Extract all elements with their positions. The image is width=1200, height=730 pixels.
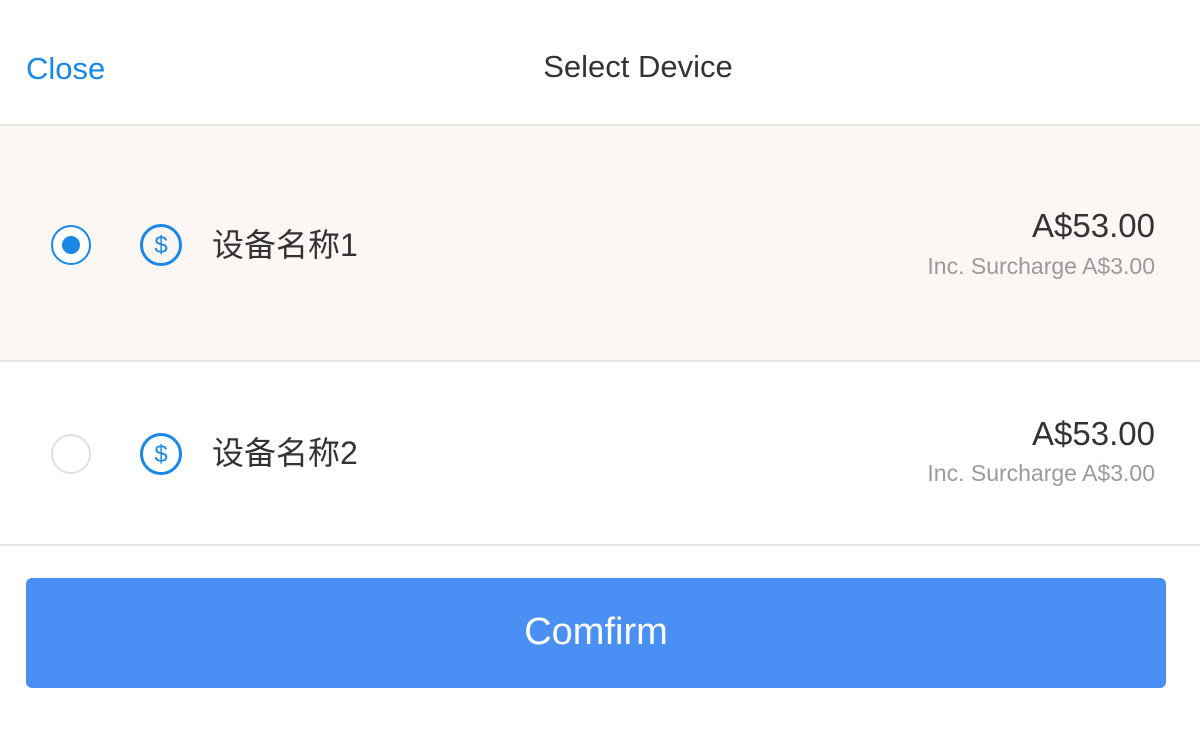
svg-text:$: $ [154,441,167,468]
device-surcharge: Inc. Surcharge A$3.00 [927,253,1155,279]
device-price: A$53.00 [1032,415,1155,452]
device-name: 设备名称1 [212,227,358,263]
device-option-1[interactable]: $ 设备名称1 A$53.00 Inc. Surcharge A$3.00 [0,126,1200,362]
device-price: A$53.00 [1032,207,1155,244]
device-option-2[interactable]: $ 设备名称2 A$53.00 Inc. Surcharge A$3.00 [0,362,1200,546]
device-name: 设备名称2 [212,435,358,471]
radio-button-selected[interactable] [51,225,91,265]
svg-text:$: $ [154,232,167,259]
modal-header: Close Select Device [0,0,1200,126]
dollar-circle-icon: $ [140,433,182,475]
confirm-button[interactable]: Comfirm [26,578,1166,688]
device-surcharge: Inc. Surcharge A$3.00 [927,460,1155,486]
page-title: Select Device [543,49,733,84]
dollar-circle-icon: $ [140,224,182,266]
radio-button-unselected[interactable] [51,434,91,474]
